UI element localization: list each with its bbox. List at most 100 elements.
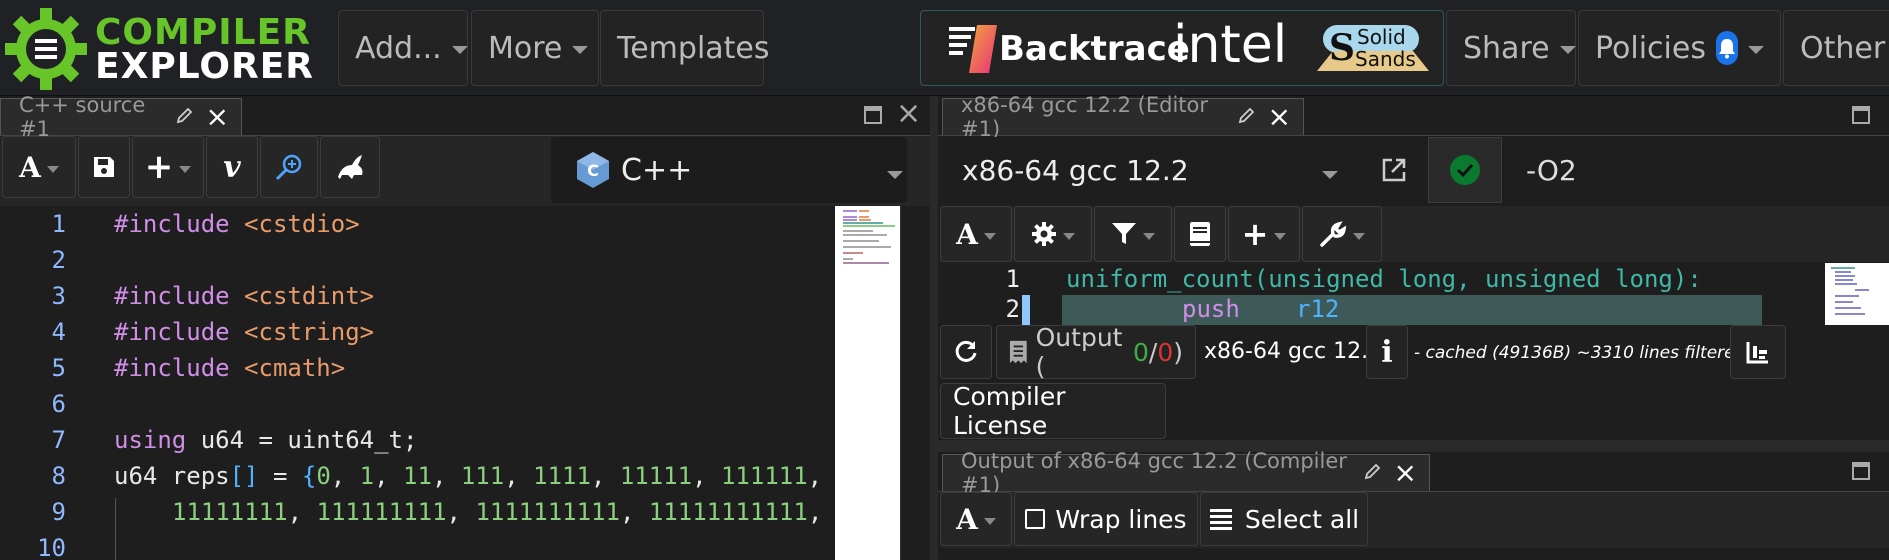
close-tab-icon[interactable]: × [206, 103, 229, 131]
gear-icon [1032, 222, 1056, 246]
code-token: 0 [316, 462, 331, 490]
cppinsights-button[interactable] [260, 136, 318, 198]
compile-status-button[interactable] [1428, 137, 1502, 203]
line-number: 10 [37, 534, 66, 560]
compiler-info-button[interactable]: i [1366, 325, 1408, 379]
solid-label: Solid [1357, 25, 1406, 49]
wrench-icon [1320, 221, 1347, 247]
list-icon [1209, 509, 1232, 530]
sponsors-banner[interactable]: Backtrace intel Solid Sands S [920, 10, 1444, 86]
tab-compiler-output[interactable]: Output of x86-64 gcc 12.2 (Compiler #1) … [942, 449, 1430, 497]
chevron-down-icon [1143, 232, 1155, 240]
source-minimap[interactable] [835, 206, 900, 560]
source-code-editor[interactable]: 1 2 3 4 5 6 7 8 9 10 #include <cstdio> #… [0, 206, 928, 560]
pencil-icon[interactable] [1238, 105, 1256, 129]
filter-button[interactable] [1094, 206, 1172, 262]
add-new-button[interactable]: + [132, 136, 204, 198]
settings-button[interactable] [1014, 206, 1092, 262]
code-token: 111 [460, 462, 505, 490]
compiler-license-label: Compiler License [953, 382, 1066, 440]
cache-info-label: - cached (49136B) ~3310 lines filtered [1414, 343, 1746, 363]
vim-icon: v [223, 149, 241, 185]
compiler-options-input[interactable]: -O2 [1504, 137, 1889, 203]
code-token: <cmath> [244, 354, 346, 382]
gear-logo-icon [5, 8, 87, 90]
compiler-tab-title: x86-64 gcc 12.2 (Editor #1) [961, 93, 1208, 141]
backtrace-wordmark: Backtrace [999, 29, 1190, 69]
floppy-save-icon [94, 157, 114, 177]
line-number: 1 [51, 210, 66, 238]
close-tab-icon[interactable]: × [1268, 103, 1291, 131]
wrap-lines-toggle[interactable]: Wrap lines [1014, 492, 1198, 546]
code-line: #include <cstring> [114, 318, 374, 346]
more-menu-button[interactable]: More [471, 10, 599, 86]
opt-remarks-button[interactable] [1730, 325, 1786, 379]
close-pane-icon[interactable]: × [896, 96, 921, 131]
assembly-output[interactable]: 1 uniform_count(unsigned long, unsigned … [940, 263, 1889, 325]
bar-chart-icon [1746, 342, 1768, 364]
compiler-license-button[interactable]: Compiler License [940, 382, 1166, 440]
add-new-button[interactable]: + [1228, 206, 1300, 262]
font-size-button[interactable]: A [2, 136, 76, 198]
output-content[interactable] [938, 548, 1889, 560]
compiler-select[interactable]: x86-64 gcc 12.2 [944, 137, 1364, 203]
templates-button[interactable]: Templates [600, 10, 770, 86]
pane-splitter[interactable] [930, 96, 938, 560]
compiler-explorer-logo[interactable]: COMPILER EXPLORER [3, 6, 313, 90]
code-token: 11111 [619, 462, 693, 490]
policies-menu-button[interactable]: Policies [1578, 10, 1781, 86]
line-number: 2 [1005, 295, 1020, 323]
output-button[interactable]: Output (0/0) [996, 323, 1196, 381]
asm-minimap[interactable] [1825, 263, 1889, 325]
code-line: #include <cstdint> [114, 282, 374, 310]
code-token: 11 [403, 462, 432, 490]
intel-wordmark: intel [1173, 15, 1288, 75]
pencil-icon[interactable] [176, 105, 194, 129]
tools-button[interactable] [1302, 206, 1382, 262]
maximize-icon[interactable] [1852, 458, 1870, 486]
share-menu-button[interactable]: Share [1446, 10, 1576, 86]
plus-icon: + [144, 147, 174, 187]
output-pane-tabbar: Output of x86-64 gcc 12.2 (Compiler #1) … [938, 449, 1889, 497]
popout-button[interactable] [1364, 137, 1424, 203]
minimap-preview [843, 210, 895, 264]
save-button[interactable] [78, 136, 130, 198]
pencil-icon[interactable] [1364, 461, 1382, 485]
language-select[interactable]: C C++ [551, 137, 907, 203]
other-menu-button[interactable]: Other [1783, 10, 1889, 86]
code-token: 1111 [533, 462, 591, 490]
check-success-icon [1450, 155, 1480, 185]
templates-label: Templates [617, 30, 770, 66]
font-size-button[interactable]: A [940, 206, 1012, 262]
compiler-name-label: x86-64 gcc 12.2 [1204, 339, 1383, 364]
maximize-icon[interactable] [864, 102, 882, 130]
close-tab-icon[interactable]: × [1394, 459, 1417, 487]
asm-label-line: uniform_count(unsigned long, unsigned lo… [1066, 265, 1702, 293]
tab-compiler[interactable]: x86-64 gcc 12.2 (Editor #1) × [942, 93, 1304, 141]
line-marker [1022, 295, 1030, 325]
code-token: 11111111111 [648, 498, 808, 526]
maximize-icon[interactable] [1852, 102, 1870, 130]
source-scrollbar[interactable] [900, 206, 930, 560]
code-token: 1 [359, 462, 375, 490]
asm-operand: r12 [1296, 295, 1340, 323]
code-token: 111111 [720, 462, 808, 490]
receipt-icon [1009, 340, 1027, 364]
select-all-button[interactable]: Select all [1200, 492, 1368, 546]
code-line: #include <cstdio> [114, 210, 360, 238]
output-error-count: 0 [1157, 337, 1174, 367]
output-toolbar: A Wrap lines Select all [940, 492, 1889, 548]
libraries-button[interactable] [1174, 206, 1226, 262]
code-token: using [114, 426, 187, 454]
code-token: 1111111111 [475, 498, 620, 526]
plus-icon: + [1241, 215, 1269, 253]
s-glyph: S [1329, 27, 1355, 69]
tab-cpp-source[interactable]: C++ source #1 × [0, 93, 242, 141]
quick-bench-button[interactable] [320, 136, 380, 198]
font-size-button[interactable]: A [940, 492, 1012, 546]
add-label: Add... [355, 30, 442, 66]
add-menu-button[interactable]: Add... [338, 10, 468, 86]
recompile-button[interactable] [940, 325, 992, 379]
minimap-preview [1831, 267, 1869, 315]
vim-mode-button[interactable]: v [206, 136, 258, 198]
